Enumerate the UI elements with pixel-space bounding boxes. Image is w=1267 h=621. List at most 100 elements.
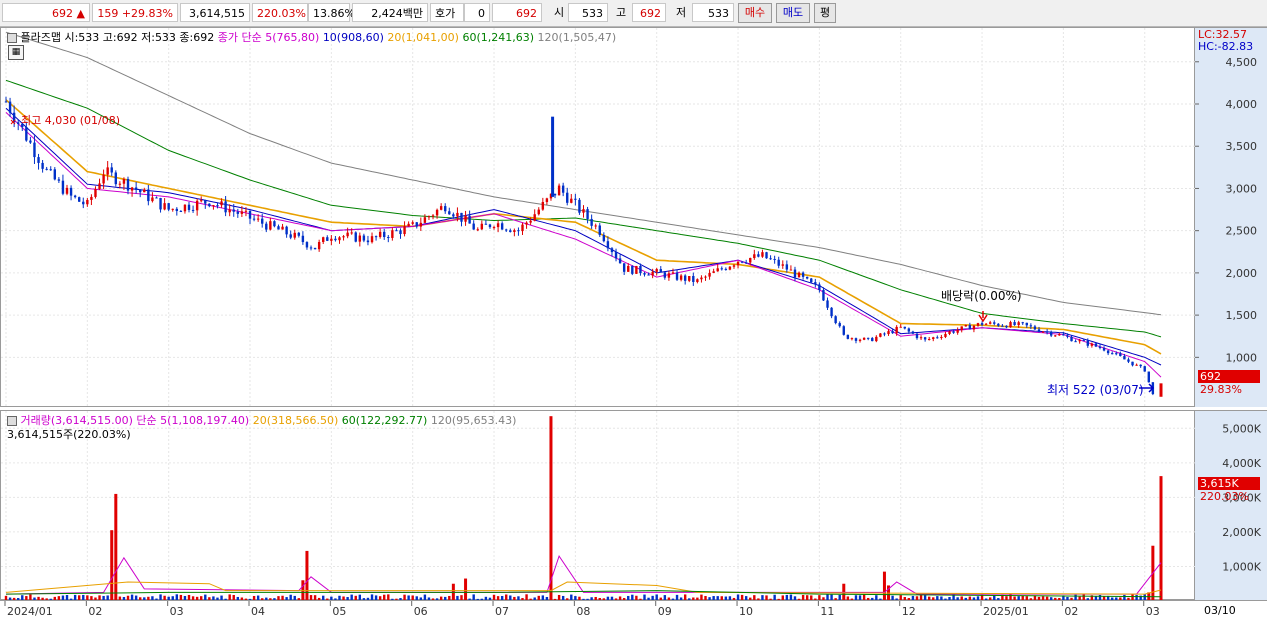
candle-body: [976, 323, 980, 326]
candle-body: [1005, 325, 1008, 328]
candle-body: [854, 338, 858, 341]
candle-body: [948, 331, 951, 334]
candle-body: [940, 336, 943, 338]
candle-body: [842, 326, 845, 335]
candle-body: [627, 266, 630, 272]
volume-spike-bar: [549, 416, 553, 601]
candle-body: [793, 269, 797, 278]
candle-body: [932, 337, 935, 340]
candle-body: [114, 172, 118, 185]
candle-body: [110, 167, 113, 173]
candle-body: [907, 328, 911, 332]
candle-body: [301, 235, 305, 243]
candle-body: [1062, 334, 1065, 336]
candle-body: [740, 261, 744, 263]
candle-body: [887, 331, 890, 335]
candle-body: [476, 229, 479, 231]
candle-body: [65, 187, 69, 194]
flat-button[interactable]: 평: [814, 3, 836, 23]
stock-info: 플라즈맵 시:533 고:692 저:533 종:692: [20, 31, 215, 44]
candle-body: [997, 323, 1000, 326]
candle-body: [972, 325, 976, 330]
candle-body: [236, 211, 240, 214]
candle-body: [846, 334, 850, 339]
volume-chart-panel[interactable]: 거래량(3,614,515.00) 단순 5(1,108,197.40) 20(…: [0, 410, 1196, 601]
ma-legend-3: 60(1,241,63): [462, 31, 535, 44]
candle-body: [923, 337, 927, 340]
candle-body: [159, 197, 162, 210]
candle-body: [1147, 371, 1150, 383]
volume-spike-bar: [464, 578, 468, 601]
candle-body: [25, 127, 28, 141]
table-toggle-icon[interactable]: ▦: [8, 45, 24, 60]
date-tick-label: 11: [820, 605, 834, 618]
candle-body: [1102, 347, 1106, 351]
price-tick-label: 1,000: [1226, 351, 1258, 364]
candle-body: [952, 331, 955, 333]
candle-body: [956, 330, 959, 333]
change-pct: +29.83%: [121, 7, 173, 20]
candle-body: [86, 199, 89, 205]
candle-body: [82, 201, 85, 205]
candle-body: [525, 222, 528, 225]
panel-menu-icon[interactable]: [7, 416, 17, 426]
date-tick-label: 2024/01: [7, 605, 53, 618]
candle-body: [1001, 325, 1004, 327]
candle-body: [659, 269, 662, 273]
candle-body: [744, 262, 748, 264]
candle-body: [500, 223, 504, 230]
candle-body: [1098, 346, 1102, 348]
ma-line-10: [5, 107, 1162, 366]
low-annotation: 최저 522 (03/07): [1047, 383, 1144, 397]
candle-body: [728, 266, 732, 270]
candle-body: [696, 279, 699, 282]
candle-body: [594, 225, 597, 227]
candle-body: [362, 235, 366, 241]
candle-body: [1058, 334, 1061, 336]
candle-body: [537, 209, 540, 215]
candle-body: [513, 230, 516, 232]
candle-body: [805, 276, 809, 279]
candle-body: [90, 196, 93, 200]
candle-body: [1009, 322, 1012, 328]
candle-body: [858, 339, 862, 341]
candle-body: [387, 237, 390, 239]
candle-body: [610, 248, 614, 253]
candle-body: [704, 276, 707, 278]
price-tag: 692: [1198, 370, 1260, 383]
candle-body: [383, 231, 386, 238]
candle-body: [98, 183, 101, 190]
candle-body: [789, 269, 793, 271]
buy-button[interactable]: 매수: [738, 3, 772, 23]
price-chart-panel[interactable]: 플라즈맵 시:533 고:692 저:533 종:692 종가 단순 5(765…: [0, 27, 1196, 408]
price-tick-label: 4,500: [1226, 56, 1258, 69]
price-axis-ticks: 1,000 1,500 2,000 2,500 3,000 3,500 4,000 4,500: [1195, 56, 1258, 364]
candle-body: [456, 212, 459, 217]
candle-body: [187, 204, 191, 210]
candle-body: [838, 323, 841, 327]
candle-body: [553, 193, 557, 196]
candle-body: [1119, 353, 1122, 357]
candle-body: [561, 185, 565, 193]
price-tag-pct: 29.83%: [1200, 383, 1242, 396]
candle-body: [1078, 340, 1081, 342]
high-value: 692: [632, 3, 666, 22]
sell-button[interactable]: 매도: [776, 3, 810, 23]
candle-body: [769, 258, 772, 260]
candle-body: [529, 220, 532, 223]
low-label: 저: [676, 6, 687, 19]
candle-body: [338, 237, 341, 241]
candle-body: [749, 258, 752, 263]
candle-body: [464, 215, 467, 222]
volume-axis-ticks: 1,000K2,000K3,000K4,000K5,000K: [1222, 422, 1261, 573]
candle-body: [256, 218, 260, 220]
candle-body: [151, 197, 154, 202]
vol-legend-3: 60(122,292.77): [341, 414, 428, 427]
candle-body: [1033, 326, 1037, 330]
candle-body: [927, 339, 931, 341]
candle-body: [407, 223, 410, 227]
candle-body: [1131, 361, 1134, 366]
candle-body: [1045, 331, 1049, 333]
candle-body: [984, 323, 988, 325]
panel-menu-icon[interactable]: [7, 33, 17, 43]
